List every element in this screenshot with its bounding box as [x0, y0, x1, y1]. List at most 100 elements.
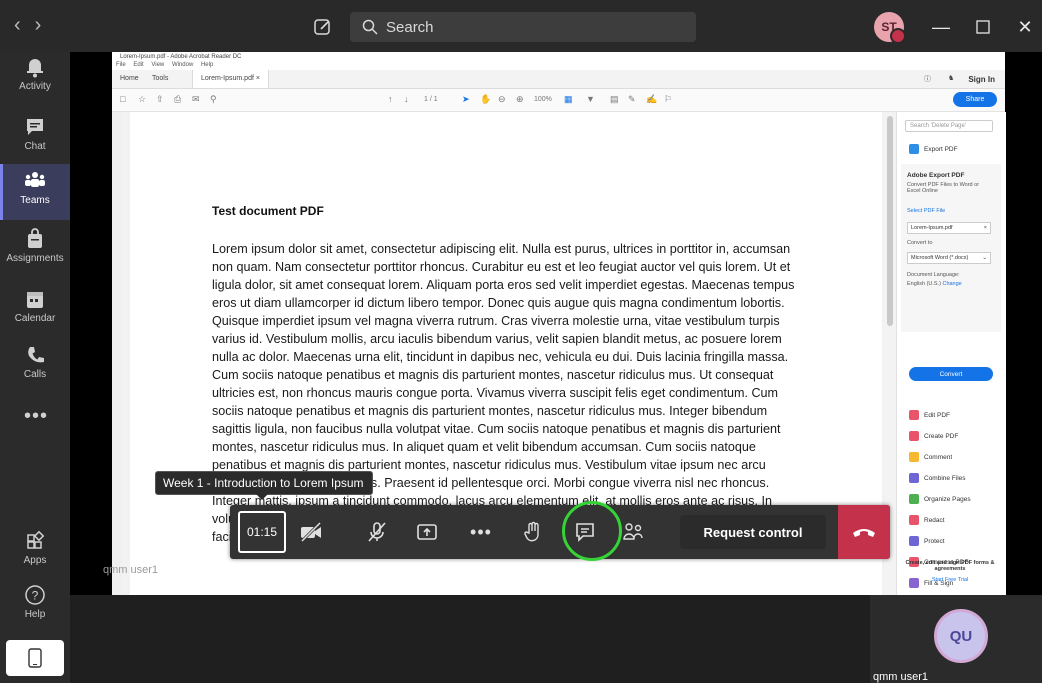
mail-icon[interactable]: ✉ [192, 94, 200, 105]
compose-icon[interactable] [312, 16, 334, 38]
menu-window[interactable]: Window [172, 62, 193, 68]
export-pdf-icon [909, 144, 919, 154]
zoom-level[interactable]: 100% [534, 96, 552, 103]
pointer-icon[interactable]: ➤ [462, 94, 470, 105]
participants-icon[interactable] [620, 519, 646, 545]
request-control-label: Request control [703, 524, 803, 540]
participant-avatar: QU [934, 609, 988, 663]
sidebar-item-label: Chat [24, 141, 46, 152]
comment-tool-icon[interactable]: ▤ [610, 94, 619, 105]
highlight-icon[interactable]: ✎ [628, 94, 636, 105]
calendar-icon [27, 292, 43, 308]
format-select[interactable]: Microsoft Word (*.docx) ⌄ [907, 252, 991, 264]
menu-help[interactable]: Help [201, 62, 213, 68]
sidebar-item-calls[interactable]: Calls [0, 344, 70, 400]
maximize-button[interactable] [966, 10, 1000, 44]
save-icon[interactable]: □ [120, 94, 125, 104]
sign-icon[interactable]: ✍ [646, 94, 657, 105]
sidebar-item-calendar[interactable]: Calendar [0, 288, 70, 344]
meeting-timer[interactable]: 01:15 [238, 511, 286, 553]
more-actions-icon[interactable]: ••• [468, 519, 494, 545]
tab-home[interactable]: Home [120, 75, 139, 82]
tool-combine-files[interactable]: Combine Files [909, 473, 966, 483]
tool-organize-pages[interactable]: Organize Pages [909, 494, 971, 504]
export-pdf-header[interactable]: Export PDF [909, 144, 958, 154]
tab-tools[interactable]: Tools [152, 75, 168, 82]
notification-bell-icon[interactable]: ♞ [948, 74, 954, 82]
search-box[interactable]: Search [350, 12, 696, 42]
tool-label: Comment [924, 453, 953, 461]
clear-file-icon[interactable]: × [984, 223, 987, 234]
sidebar-item-label: Calendar [14, 313, 56, 324]
select-file-link[interactable]: Select PDF File [907, 208, 945, 214]
tool-edit-pdf[interactable]: Edit PDF [909, 410, 950, 420]
promo-link[interactable]: Start Free Trial [900, 577, 1000, 583]
chat-icon [27, 119, 43, 135]
page-down-icon[interactable]: ↓ [404, 94, 409, 104]
timer-value: 01:15 [246, 525, 278, 539]
tab-document[interactable]: Lorem-Ipsum.pdf × [192, 70, 269, 88]
share-button[interactable]: Share [953, 92, 997, 107]
mic-off-icon[interactable] [364, 519, 390, 545]
tools-search-input[interactable]: Search 'Delete Page' [905, 120, 993, 132]
forward-arrow-icon[interactable]: › [35, 14, 42, 37]
document-heading: Test document PDF [212, 204, 324, 218]
convert-button[interactable]: Convert [909, 367, 993, 381]
tool-create-pdf[interactable]: Create PDF [909, 431, 958, 441]
raise-hand-icon[interactable] [520, 519, 546, 545]
doc-lang-value: English (U.S.) [907, 281, 941, 287]
hand-icon[interactable]: ✋ [480, 94, 491, 105]
stamp-icon[interactable]: ⚐ [664, 94, 672, 105]
edit-pdf-icon [909, 410, 919, 420]
page-up-icon[interactable]: ↑ [388, 94, 393, 104]
tool-comment[interactable]: Comment [909, 452, 952, 462]
request-control-button[interactable]: Request control [680, 515, 826, 549]
scrollbar-thumb[interactable] [887, 116, 893, 326]
redact-icon [909, 515, 919, 525]
acrobat-toolbar: □ ☆ ⇧ ⎙ ✉ ⚲ ↑ ↓ 1 / 1 ➤ ✋ ⊖ ⊕ 100% ▦ ▼ ▤… [112, 89, 1005, 112]
zoom-in-icon[interactable]: ⊕ [516, 94, 524, 105]
hang-up-button[interactable] [838, 505, 890, 559]
sidebar-item-assignments[interactable]: Assignments [0, 228, 70, 284]
close-button[interactable]: ✕ [1008, 10, 1042, 44]
minimize-button[interactable]: — [924, 10, 958, 44]
selected-file-field[interactable]: Lorem-Ipsum.pdf × [907, 222, 991, 234]
star-icon[interactable]: ☆ [138, 94, 146, 105]
fit-page-icon[interactable]: ▦ [564, 94, 573, 105]
menu-view[interactable]: View [151, 62, 164, 68]
zoom-out-icon[interactable]: ⊖ [498, 94, 506, 105]
export-pdf-panel: Adobe Export PDF Convert PDF Files to Wo… [901, 164, 1001, 332]
search-placeholder: Search [386, 18, 434, 36]
print-icon[interactable]: ⎙ [174, 94, 181, 105]
zoom-search-icon[interactable]: ⚲ [210, 94, 217, 105]
help-circle-icon[interactable]: ⓘ [924, 74, 931, 84]
sidebar-item-teams[interactable]: Teams [0, 164, 70, 220]
camera-off-icon[interactable] [298, 519, 324, 545]
left-panel-collapsed[interactable] [112, 112, 122, 595]
sidebar-item-help[interactable]: ? Help [0, 584, 70, 640]
tool-protect[interactable]: Protect [909, 536, 945, 546]
menu-edit[interactable]: Edit [133, 62, 143, 68]
mobile-device-button[interactable] [6, 640, 64, 676]
export-pdf-label: Export PDF [924, 145, 958, 153]
protect-icon [909, 536, 919, 546]
export-panel-desc: Convert PDF Files to Word or Excel Onlin… [907, 182, 980, 194]
upload-icon[interactable]: ⇧ [156, 94, 164, 105]
sidebar-item-activity[interactable]: Activity [0, 56, 70, 112]
acrobat-menu: File Edit View Window Help [112, 62, 1005, 70]
comment-icon [909, 452, 919, 462]
share-screen-icon[interactable] [414, 519, 440, 545]
sign-in-link[interactable]: Sign In [968, 75, 995, 84]
scroll-mode-icon[interactable]: ▼ [586, 94, 595, 104]
change-lang-link[interactable]: Change [942, 281, 961, 287]
user-avatar[interactable]: ST [874, 12, 906, 44]
sidebar-item-apps[interactable]: Apps [0, 530, 70, 586]
hang-up-icon [853, 529, 875, 537]
format-value: Microsoft Word (*.docx) [911, 255, 969, 261]
tool-redact[interactable]: Redact [909, 515, 945, 525]
page-display[interactable]: 1 / 1 [424, 96, 438, 103]
more-apps-icon[interactable]: ••• [24, 405, 48, 428]
back-arrow-icon[interactable]: ‹ [14, 14, 21, 37]
tab-document-label: Lorem-Ipsum.pdf [201, 75, 254, 82]
menu-file[interactable]: File [116, 62, 126, 68]
